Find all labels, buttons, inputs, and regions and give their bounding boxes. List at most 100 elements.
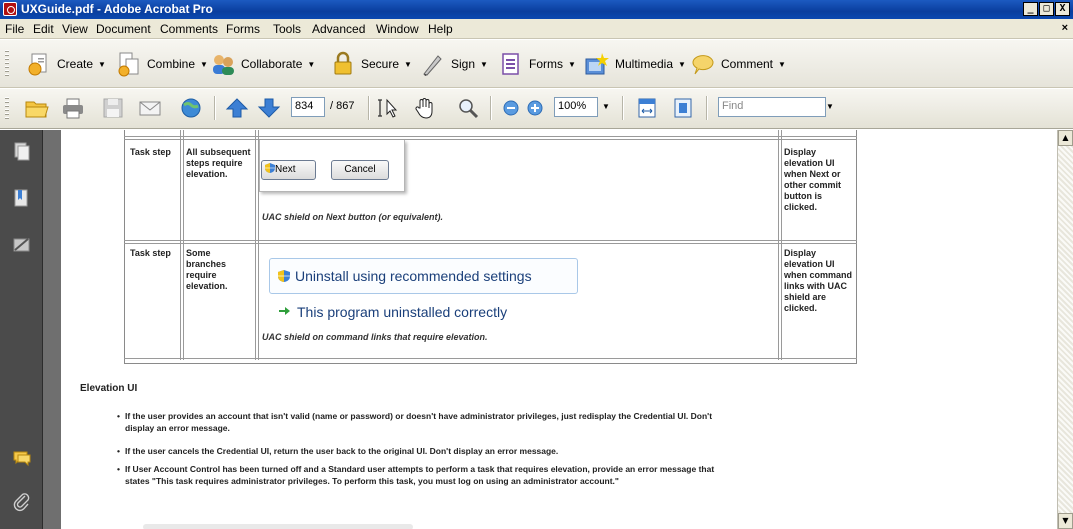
table-row-divider — [124, 136, 857, 137]
toolbar-separator — [490, 96, 492, 120]
previous-page-icon[interactable] — [224, 96, 250, 120]
print-icon[interactable] — [60, 96, 86, 120]
chevron-down-icon: ▼ — [678, 59, 686, 69]
next-button-label: Next — [275, 164, 296, 175]
menu-tools[interactable]: Tools — [273, 22, 301, 36]
bullet-dot: • — [117, 446, 120, 456]
multimedia-label: Multimedia — [615, 57, 674, 71]
close-button[interactable]: X — [1055, 2, 1070, 16]
maximize-button[interactable]: □ — [1039, 2, 1054, 16]
bullet-item: • If User Account Control has been turne… — [117, 463, 735, 487]
row2-result: Display elevation UI when command links … — [784, 248, 853, 313]
signatures-icon[interactable] — [13, 235, 31, 255]
forms-label: Forms — [529, 57, 563, 71]
bullet-text: If the user cancels the Credential UI, r… — [125, 446, 559, 456]
save-icon[interactable] — [100, 96, 126, 120]
toolbar-grip[interactable] — [5, 50, 9, 78]
menu-view[interactable]: View — [62, 22, 88, 36]
bullet-text: If User Account Control has been turned … — [125, 464, 715, 486]
minimize-button[interactable]: _ — [1023, 2, 1038, 16]
secure-label: Secure — [361, 57, 400, 71]
command-link-uninstalled-label[interactable]: This program uninstalled correctly — [297, 304, 507, 320]
chevron-down-icon: ▼ — [480, 59, 488, 69]
row1-caption: UAC shield on Next button (or equivalent… — [262, 212, 444, 222]
zoom-tool-icon[interactable] — [455, 96, 481, 120]
bullet-dot: • — [117, 464, 120, 474]
comment-button[interactable]: Comment ▼ — [690, 50, 786, 78]
fit-width-icon[interactable] — [634, 96, 660, 120]
row1-result: Display elevation UI when Next or other … — [784, 147, 842, 212]
green-arrow-icon — [279, 306, 291, 316]
table-row-divider — [124, 139, 857, 140]
menu-help[interactable]: Help — [428, 22, 453, 36]
open-folder-icon[interactable] — [24, 96, 50, 120]
scroll-up-button[interactable]: ▲ — [1058, 130, 1073, 146]
next-button[interactable]: Next — [261, 160, 316, 180]
create-icon — [26, 51, 52, 77]
uac-shield-icon — [265, 162, 275, 173]
fit-page-icon[interactable] — [670, 96, 696, 120]
hand-tool-icon[interactable] — [412, 96, 438, 120]
pen-icon — [420, 51, 446, 77]
uac-shield-icon — [278, 270, 290, 282]
web-icon[interactable] — [178, 96, 204, 120]
combine-button[interactable]: Combine ▼ — [116, 50, 208, 78]
toolbar-separator — [214, 96, 216, 120]
forms-icon — [498, 51, 524, 77]
zoom-level-input[interactable]: 100% — [554, 97, 598, 117]
collaborate-button[interactable]: Collaborate ▼ — [210, 50, 315, 78]
menu-edit[interactable]: Edit — [33, 22, 54, 36]
next-page-icon[interactable] — [256, 96, 282, 120]
vertical-scrollbar[interactable]: ▲ ▼ — [1057, 130, 1073, 529]
table-col-divider — [778, 130, 782, 360]
combine-icon — [116, 51, 142, 77]
multimedia-button[interactable]: Multimedia ▼ — [584, 50, 686, 78]
menu-document[interactable]: Document — [96, 22, 151, 36]
bookmarks-icon[interactable] — [13, 188, 31, 208]
menu-comments[interactable]: Comments — [160, 22, 218, 36]
document-view[interactable]: Task step All subsequent steps require e… — [43, 130, 1057, 529]
page-gutter — [43, 130, 61, 529]
table-row-divider — [124, 240, 857, 241]
secure-button[interactable]: Secure ▼ — [330, 50, 412, 78]
page-shadow — [143, 524, 413, 529]
sign-button[interactable]: Sign ▼ — [420, 50, 488, 78]
cancel-button[interactable]: Cancel — [331, 160, 389, 180]
chevron-down-icon: ▼ — [568, 59, 576, 69]
window-title: UXGuide.pdf - Adobe Acrobat Pro — [21, 2, 213, 16]
navigation-pane — [0, 130, 43, 529]
select-tool-icon[interactable] — [376, 96, 402, 120]
collaborate-label: Collaborate — [241, 57, 303, 71]
menu-window[interactable]: Window — [376, 22, 419, 36]
lock-icon — [330, 51, 356, 77]
bullet-item: • If the user cancels the Credential UI,… — [117, 445, 735, 457]
create-button[interactable]: Create ▼ — [26, 50, 106, 78]
toolbar-grip[interactable] — [5, 97, 9, 121]
sign-label: Sign — [451, 57, 476, 71]
zoom-dropdown-icon[interactable]: ▼ — [602, 102, 610, 111]
document-close-button[interactable]: × — [1062, 22, 1068, 34]
scroll-down-button[interactable]: ▼ — [1058, 513, 1073, 529]
pages-icon[interactable] — [13, 142, 31, 162]
find-input[interactable]: Find — [718, 97, 826, 117]
acrobat-app-icon[interactable] — [3, 2, 17, 16]
comments-icon[interactable] — [13, 448, 31, 468]
bullet-dot: • — [117, 411, 120, 421]
menu-file[interactable]: File — [5, 22, 24, 36]
create-label: Create — [57, 57, 94, 71]
comment-label: Comment — [721, 57, 774, 71]
table-col-divider — [180, 130, 184, 360]
bullet-item: • If the user provides an account that i… — [117, 410, 735, 434]
forms-button[interactable]: Forms ▼ — [498, 50, 576, 78]
attachments-icon[interactable] — [13, 492, 31, 512]
zoom-in-icon[interactable] — [522, 96, 548, 120]
find-dropdown-icon[interactable]: ▼ — [826, 97, 836, 117]
page-number-input[interactable]: 834 — [291, 97, 325, 117]
email-icon[interactable] — [137, 96, 163, 120]
command-link-uninstall-label[interactable]: Uninstall using recommended settings — [295, 268, 532, 284]
row2-condition: Some branches require elevation. — [186, 248, 228, 291]
multimedia-icon — [584, 51, 610, 77]
zoom-out-icon[interactable] — [498, 96, 524, 120]
menu-advanced[interactable]: Advanced — [312, 22, 365, 36]
menu-forms[interactable]: Forms — [226, 22, 260, 36]
